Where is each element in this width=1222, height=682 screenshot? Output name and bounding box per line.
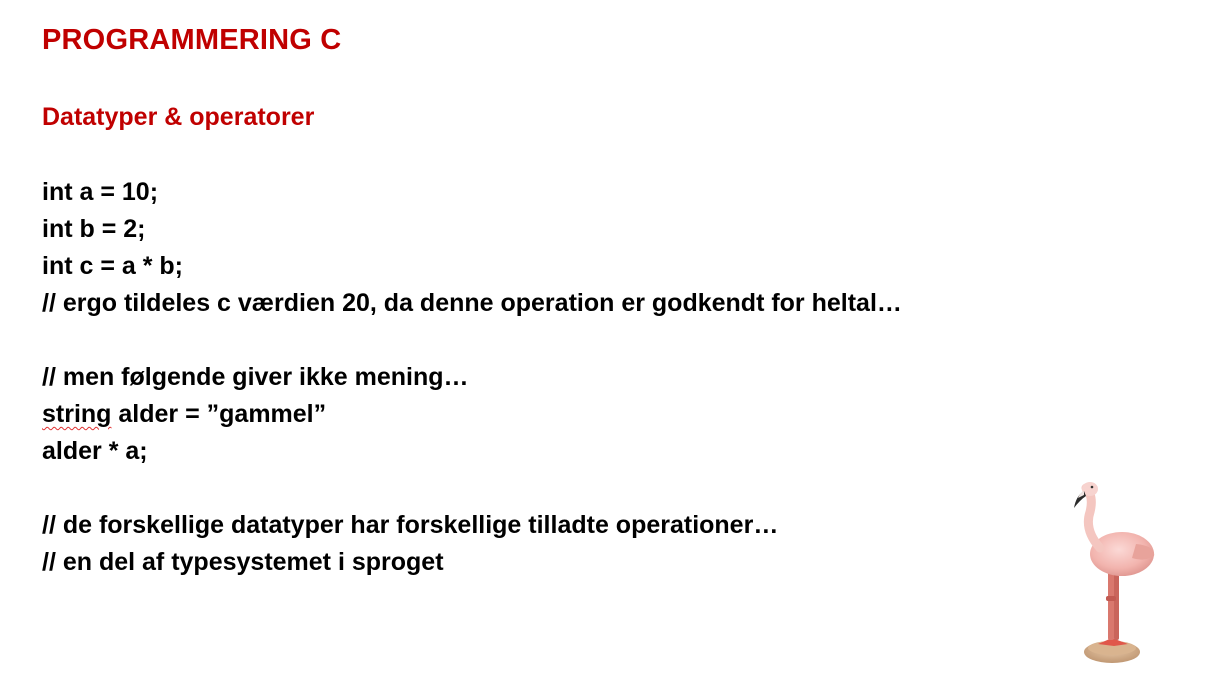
flamingo-figurine-icon xyxy=(1074,482,1155,663)
code-line-string-alder-rest: alder = ”gammel” xyxy=(111,400,327,428)
code-comment-typesystem: // en del af typesystemet i sproget xyxy=(42,548,444,576)
slide: PROGRAMMERING C Datatyper & operatorer i… xyxy=(0,0,1222,682)
code-line-int-b: int b = 2; xyxy=(42,215,146,243)
code-line-int-c: int c = a * b; xyxy=(42,252,184,280)
code-comment-men: // men følgende giver ikke mening… xyxy=(42,363,469,391)
code-line-int-a: int a = 10; xyxy=(42,178,159,206)
slide-subtitle: Datatyper & operatorer xyxy=(42,103,315,131)
code-comment-datatyper: // de forskellige datatyper har forskell… xyxy=(42,511,779,539)
spellcheck-word-string: string xyxy=(42,400,112,428)
code-line-string-alder: string alder = ”gammel” xyxy=(42,399,326,429)
slide-title: PROGRAMMERING C xyxy=(42,24,342,56)
code-comment-ergo: // ergo tildeles c værdien 20, da denne … xyxy=(42,289,902,317)
code-line-alder-mult: alder * a; xyxy=(42,437,148,465)
